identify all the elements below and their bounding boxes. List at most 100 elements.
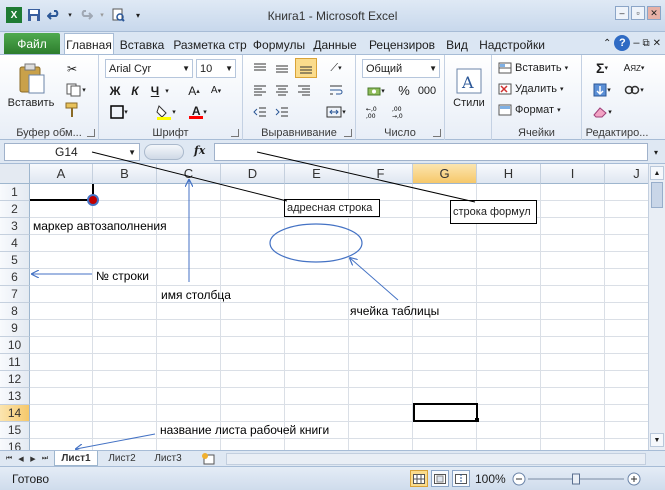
sort-filter-icon[interactable]: A ЯZ ▾ bbox=[620, 59, 648, 77]
workbook-minimize-icon[interactable]: – bbox=[633, 37, 639, 49]
tab-addins[interactable]: Надстройки bbox=[475, 35, 549, 54]
expand-formula-bar-icon[interactable]: ▾ bbox=[650, 144, 662, 160]
name-box-value: G14 bbox=[55, 145, 78, 159]
tab-page-layout[interactable]: Разметка стр bbox=[172, 35, 248, 54]
sheet-tabs-bar: ⏮ ◀ ▶ ⏭ Лист1 Лист2 Лист3 bbox=[0, 450, 665, 466]
orientation-icon[interactable]: ⟋ ▾ bbox=[323, 59, 349, 77]
close-icon[interactable]: ✕ bbox=[647, 6, 661, 20]
merge-center-icon[interactable]: ▾ bbox=[323, 103, 349, 121]
first-sheet-icon[interactable]: ⏮ bbox=[4, 453, 14, 464]
tab-home[interactable]: Главная bbox=[64, 33, 114, 55]
align-top-icon[interactable] bbox=[251, 59, 269, 77]
alignment-launcher-icon[interactable] bbox=[344, 129, 352, 137]
help-icon[interactable]: ? bbox=[614, 35, 631, 51]
number-format-combo[interactable]: Общий ▼ bbox=[362, 59, 440, 78]
font-size-value: 10 bbox=[200, 62, 213, 75]
font-name-combo[interactable]: Arial Cyr ▼ bbox=[105, 59, 193, 78]
selected-cell-g14[interactable] bbox=[413, 403, 478, 422]
align-bottom-icon[interactable] bbox=[295, 58, 317, 78]
horizontal-scrollbar[interactable] bbox=[226, 453, 646, 465]
decrease-indent-icon[interactable] bbox=[251, 103, 269, 121]
clipboard-launcher-icon[interactable] bbox=[87, 129, 95, 137]
selection-fill-handle[interactable] bbox=[475, 418, 479, 422]
increase-decimal-icon[interactable]: ←,0,00 bbox=[364, 103, 386, 121]
zoom-percent[interactable]: 100% bbox=[475, 472, 506, 486]
scroll-down-icon[interactable]: ▼ bbox=[650, 433, 664, 447]
minimize-ribbon-icon[interactable]: ⌃ bbox=[603, 38, 611, 49]
minimize-icon[interactable]: – bbox=[615, 6, 629, 20]
thousands-separator-button[interactable]: 000 bbox=[416, 82, 438, 99]
address-bar-callout: адресная строка bbox=[284, 199, 380, 217]
shrink-font-icon[interactable]: A ▾ bbox=[207, 82, 225, 99]
tab-file[interactable]: Файл bbox=[4, 33, 60, 54]
name-box-dropdown-icon[interactable]: ▼ bbox=[128, 148, 136, 157]
currency-format-icon[interactable]: ▾ bbox=[364, 82, 388, 99]
insert-cells-button[interactable]: Вставить ▾ bbox=[498, 59, 568, 77]
sheet-tab-1[interactable]: Лист1 bbox=[54, 451, 98, 466]
align-right-icon[interactable] bbox=[295, 81, 313, 99]
italic-button[interactable]: К bbox=[127, 82, 143, 99]
percent-button[interactable]: % bbox=[396, 82, 412, 99]
cut-icon[interactable]: ✂ bbox=[62, 60, 82, 78]
align-center-icon[interactable] bbox=[273, 81, 291, 99]
font-color-icon[interactable]: A ▾ bbox=[185, 103, 211, 121]
sheet-name-arrow bbox=[76, 433, 156, 449]
page-layout-view-icon[interactable] bbox=[431, 470, 449, 487]
workbook-restore-icon[interactable]: ⧉ bbox=[642, 38, 649, 49]
sheet-tab-3[interactable]: Лист3 bbox=[146, 451, 190, 466]
paste-button[interactable]: Вставить bbox=[6, 59, 56, 113]
tab-formulas[interactable]: Формулы bbox=[251, 35, 307, 54]
underline-dropdown-icon[interactable]: ▾ bbox=[163, 82, 171, 99]
tab-data[interactable]: Данные bbox=[310, 35, 360, 54]
window-title: Книга1 - Microsoft Excel bbox=[267, 9, 398, 23]
bold-button[interactable]: Ж bbox=[107, 82, 123, 99]
tab-review[interactable]: Рецензиров bbox=[364, 35, 440, 54]
tab-insert[interactable]: Вставка bbox=[116, 35, 168, 54]
status-bar: Готово 100% bbox=[0, 466, 665, 490]
find-select-icon[interactable]: ▾ bbox=[620, 81, 648, 99]
page-break-view-icon[interactable] bbox=[452, 470, 470, 487]
scroll-thumb[interactable] bbox=[651, 182, 663, 208]
clear-icon[interactable]: ▾ bbox=[590, 103, 614, 121]
increase-indent-icon[interactable] bbox=[273, 103, 291, 121]
autosum-icon[interactable]: Σ ▾ bbox=[590, 59, 614, 77]
underline-button[interactable]: Ч bbox=[147, 82, 163, 99]
tab-view[interactable]: Вид bbox=[443, 35, 471, 54]
name-box[interactable]: G14 ▼ bbox=[4, 143, 140, 161]
font-size-combo[interactable]: 10 ▼ bbox=[196, 59, 236, 78]
restore-icon[interactable]: ▫ bbox=[631, 6, 645, 20]
styles-button[interactable]: A Стили bbox=[449, 59, 489, 117]
vertical-scrollbar[interactable]: ▲ ▼ bbox=[648, 164, 665, 450]
font-launcher-icon[interactable] bbox=[231, 129, 239, 137]
group-font: Arial Cyr ▼ 10 ▼ Ж К Ч ▾ A ▴ A ▾ ▾ ▾ A ▾ Шриф… bbox=[99, 55, 243, 141]
sheet-tab-2[interactable]: Лист2 bbox=[100, 451, 144, 466]
align-middle-icon[interactable] bbox=[273, 59, 291, 77]
last-sheet-icon[interactable]: ⏭ bbox=[40, 453, 50, 464]
worksheet-grid[interactable]: ABCDEFGHIJ 1 2 3 4 5 6 7 8 9 10 11 12 13 14 15 16 марке… bbox=[0, 164, 665, 450]
delete-cells-button[interactable]: Удалить ▾ bbox=[498, 80, 564, 98]
group-styles: A Стили bbox=[445, 55, 492, 141]
align-left-icon[interactable] bbox=[251, 81, 269, 99]
workbook-close-icon[interactable]: ✕ bbox=[653, 38, 661, 49]
fill-handle-annotation: маркер автозаполнения bbox=[33, 219, 167, 233]
zoom-slider[interactable] bbox=[512, 471, 642, 487]
normal-view-icon[interactable] bbox=[410, 470, 428, 487]
formula-bar-splitter[interactable] bbox=[144, 144, 184, 160]
formula-input[interactable] bbox=[214, 143, 648, 161]
copy-icon[interactable]: ▾ bbox=[62, 81, 90, 99]
format-painter-icon[interactable] bbox=[62, 101, 82, 119]
insert-sheet-icon[interactable] bbox=[196, 451, 222, 466]
borders-icon[interactable]: ▾ bbox=[107, 103, 131, 121]
insert-function-button[interactable]: fx bbox=[194, 144, 212, 160]
format-cells-button[interactable]: Формат ▾ bbox=[498, 101, 561, 119]
next-sheet-icon[interactable]: ▶ bbox=[28, 453, 38, 464]
decrease-decimal-icon[interactable]: ,00 →,0 bbox=[390, 103, 412, 121]
wrap-text-icon[interactable] bbox=[327, 81, 345, 99]
scroll-up-icon[interactable]: ▲ bbox=[650, 166, 664, 180]
grow-font-icon[interactable]: A ▴ bbox=[185, 82, 203, 99]
fill-color-icon[interactable]: ▾ bbox=[153, 103, 179, 121]
fill-icon[interactable]: ▾ bbox=[590, 81, 614, 99]
zoom-thumb[interactable] bbox=[572, 473, 580, 485]
prev-sheet-icon[interactable]: ◀ bbox=[16, 453, 26, 464]
number-launcher-icon[interactable] bbox=[433, 129, 441, 137]
